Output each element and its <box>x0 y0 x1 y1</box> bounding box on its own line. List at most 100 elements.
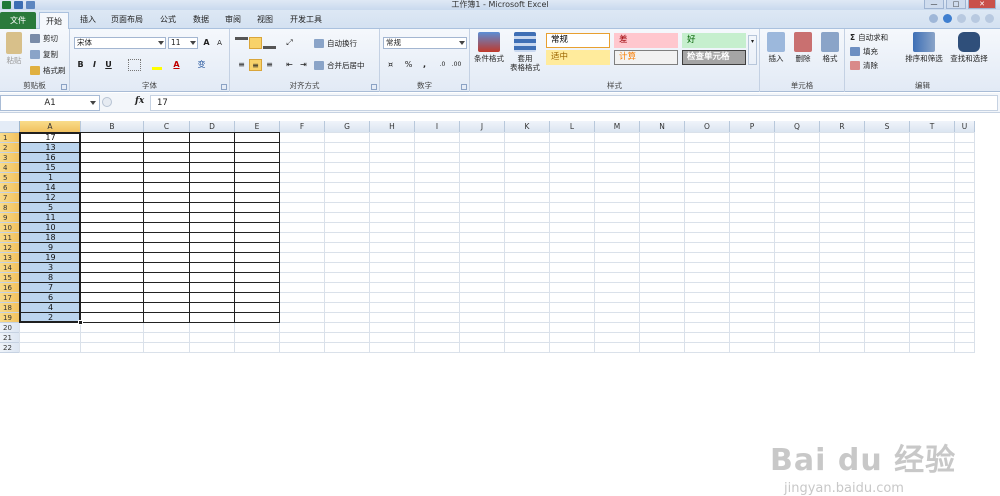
row-header-12[interactable]: 12 <box>0 243 20 253</box>
tab-data[interactable]: 数据 <box>193 14 209 25</box>
row-header-18[interactable]: 18 <box>0 303 20 313</box>
tab-page-layout[interactable]: 页面布局 <box>111 14 143 25</box>
row-header-13[interactable]: 13 <box>0 253 20 263</box>
shrink-font-button[interactable]: A <box>213 37 226 49</box>
currency-icon[interactable]: ¤ <box>384 59 397 71</box>
number-launcher-icon[interactable] <box>461 84 467 90</box>
grow-font-button[interactable]: A <box>200 37 213 49</box>
cut-button[interactable]: 剪切 <box>30 33 58 44</box>
bold-button[interactable]: B <box>74 59 87 71</box>
sort-filter-button[interactable]: 排序和筛选 <box>903 32 945 63</box>
close-button[interactable]: ✕ <box>968 0 996 9</box>
borders-icon[interactable] <box>128 59 141 71</box>
fill-handle[interactable] <box>78 320 83 325</box>
styles-scroll-icon[interactable]: ▾ <box>748 35 757 65</box>
font-size-combo[interactable]: 11 <box>168 37 198 49</box>
underline-button[interactable]: U <box>102 59 115 71</box>
row-header-6[interactable]: 6 <box>0 183 20 193</box>
row-header-21[interactable]: 21 <box>0 333 20 343</box>
name-box-resize-icon[interactable] <box>102 97 112 107</box>
increase-indent-icon[interactable]: ⇥ <box>297 59 310 71</box>
style-bad[interactable]: 差 <box>614 33 678 48</box>
row-header-11[interactable]: 11 <box>0 233 20 243</box>
tab-formulas[interactable]: 公式 <box>160 14 176 25</box>
maximize-button[interactable]: □ <box>946 0 966 9</box>
align-top-icon[interactable] <box>235 37 248 49</box>
style-check-cell[interactable]: 检查单元格 <box>682 50 746 65</box>
window-restore-icon[interactable] <box>971 14 980 23</box>
alignment-launcher-icon[interactable] <box>371 84 377 90</box>
font-launcher-icon[interactable] <box>221 84 227 90</box>
row-header-16[interactable]: 16 <box>0 283 20 293</box>
row-header-8[interactable]: 8 <box>0 203 20 213</box>
fill-button[interactable]: 填充 <box>850 46 878 57</box>
window-minimize-icon[interactable] <box>957 14 966 23</box>
align-center-icon[interactable]: ≡ <box>249 59 262 71</box>
row-header-20[interactable]: 20 <box>0 323 20 333</box>
find-select-button[interactable]: 查找和选择 <box>947 32 991 63</box>
name-box[interactable]: A1 <box>0 95 100 111</box>
tab-home[interactable]: 开始 <box>39 12 69 30</box>
font-color-button[interactable]: A <box>170 59 183 71</box>
row-header-4[interactable]: 4 <box>0 163 20 173</box>
style-good[interactable]: 好 <box>682 33 746 48</box>
row-header-14[interactable]: 14 <box>0 263 20 273</box>
align-right-icon[interactable]: ≡ <box>263 59 276 71</box>
style-normal[interactable]: 常规 <box>546 33 610 48</box>
format-as-table-button[interactable]: 套用 表格格式 <box>507 32 543 72</box>
row-header-1[interactable]: 1 <box>0 133 20 143</box>
formula-input[interactable]: 17 <box>150 95 998 111</box>
row-header-2[interactable]: 2 <box>0 143 20 153</box>
clear-button[interactable]: 清除 <box>850 60 878 71</box>
insert-cells-button[interactable]: 插入 <box>764 32 788 63</box>
gridline <box>974 133 975 353</box>
insert-function-button[interactable]: fx <box>135 96 144 106</box>
row-header-19[interactable]: 19 <box>0 313 20 323</box>
row-header-17[interactable]: 17 <box>0 293 20 303</box>
select-all-button[interactable] <box>0 121 20 133</box>
align-left-icon[interactable]: ≡ <box>235 59 248 71</box>
row-header-5[interactable]: 5 <box>0 173 20 183</box>
clipboard-launcher-icon[interactable] <box>61 84 67 90</box>
percent-button[interactable]: % <box>402 59 415 71</box>
row-header-9[interactable]: 9 <box>0 213 20 223</box>
row-header-22[interactable]: 22 <box>0 343 20 353</box>
tab-file[interactable]: 文件 <box>0 12 36 29</box>
minimize-ribbon-icon[interactable] <box>929 14 938 23</box>
format-cells-button[interactable]: 格式 <box>818 32 842 63</box>
align-bottom-icon[interactable] <box>263 37 276 49</box>
copy-button[interactable]: 复制 <box>30 49 58 60</box>
number-format-combo[interactable]: 常规 <box>383 37 467 49</box>
autosum-button[interactable]: Σ 自动求和 <box>850 32 888 43</box>
row-header-10[interactable]: 10 <box>0 223 20 233</box>
help-icon[interactable] <box>943 14 952 23</box>
minimize-button[interactable]: — <box>924 0 944 9</box>
row-header-3[interactable]: 3 <box>0 153 20 163</box>
row-header-7[interactable]: 7 <box>0 193 20 203</box>
worksheet[interactable]: ABCDEFGHIJKLMNOPQRSTU 1 2 3 4 5 6 7 8 9 10 11 12 13 1… <box>0 113 1000 496</box>
decrease-decimal-icon[interactable]: .00 <box>450 59 463 71</box>
decrease-indent-icon[interactable]: ⇤ <box>283 59 296 71</box>
paste-button[interactable]: 粘贴 <box>3 32 25 65</box>
phonetic-button[interactable]: 变 <box>195 59 208 71</box>
format-painter-button[interactable]: 格式刷 <box>30 65 66 76</box>
wrap-text-button[interactable]: 自动换行 <box>314 38 357 49</box>
orientation-icon[interactable]: ⤢ <box>283 37 296 49</box>
window-close-icon[interactable] <box>985 14 994 23</box>
merge-center-button[interactable]: 合并后居中 <box>314 60 365 71</box>
tab-developer[interactable]: 开发工具 <box>290 14 322 25</box>
increase-decimal-icon[interactable]: .0 <box>436 59 449 71</box>
row-header-15[interactable]: 15 <box>0 273 20 283</box>
conditional-format-button[interactable]: 条件格式 <box>472 32 506 63</box>
tab-review[interactable]: 审阅 <box>225 14 241 25</box>
tab-view[interactable]: 视图 <box>257 14 273 25</box>
tab-insert[interactable]: 插入 <box>80 14 96 25</box>
delete-cells-button[interactable]: 删除 <box>791 32 815 63</box>
style-calculation[interactable]: 计算 <box>614 50 678 65</box>
italic-button[interactable]: I <box>88 59 101 71</box>
comma-button[interactable]: , <box>418 59 431 71</box>
align-middle-icon[interactable] <box>249 37 262 49</box>
style-neutral[interactable]: 适中 <box>546 50 610 65</box>
font-name-combo[interactable]: 宋体 <box>74 37 166 49</box>
fill-color-icon[interactable] <box>150 59 163 71</box>
